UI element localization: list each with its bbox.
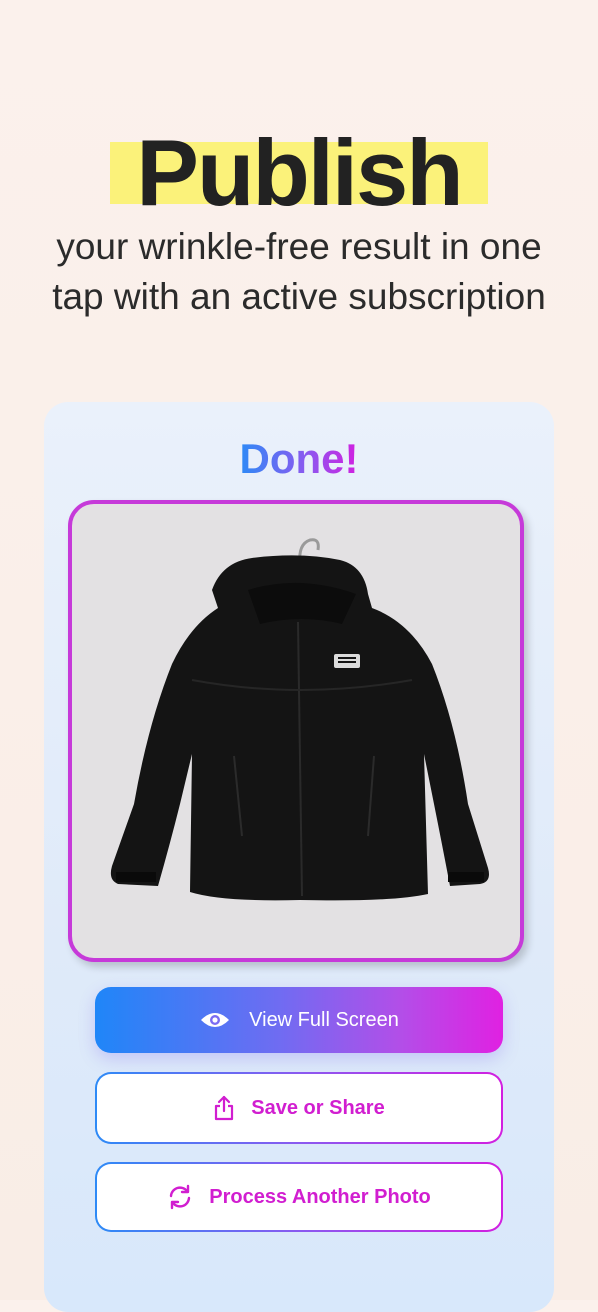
jacket-hood [248,582,356,624]
process-another-photo-button[interactable]: Process Another Photo [95,1162,503,1232]
logo-line-1 [338,657,356,659]
refresh-icon [167,1184,193,1210]
jacket-cuff-left [116,872,156,882]
done-text: Done! [239,435,359,482]
eye-icon [199,1010,231,1030]
save-or-share-button[interactable]: Save or Share [95,1072,503,1144]
headline-container: Publish [0,126,598,220]
view-full-screen-button[interactable]: View Full Screen [95,987,503,1053]
promo-subtitle: your wrinkle-free result in one tap with… [52,226,546,317]
share-icon [213,1095,235,1121]
process-another-photo-label: Process Another Photo [209,1185,431,1208]
result-photo[interactable] [68,500,524,962]
view-full-screen-label: View Full Screen [249,1008,399,1031]
save-or-share-label: Save or Share [251,1096,385,1119]
headline: Publish [136,120,463,225]
done-title: Done! [0,434,598,484]
jacket-cuff-right [448,872,484,882]
jacket-image [110,538,489,901]
logo-line-2 [338,661,356,663]
